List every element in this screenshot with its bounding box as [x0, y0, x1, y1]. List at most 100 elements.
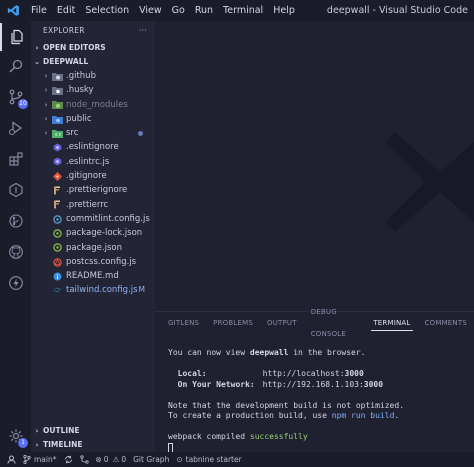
tree-label: .github	[66, 71, 96, 81]
tree-label: src	[66, 128, 79, 139]
postcss-icon	[51, 257, 63, 267]
tree-label: tailwind.config.js	[66, 285, 138, 296]
chevron-right-icon: ›	[44, 72, 48, 80]
tab-problems[interactable]: PROBLEMS	[206, 312, 260, 334]
gitlens-icon[interactable]	[0, 207, 31, 235]
activity-bar: 10 1	[0, 21, 31, 452]
tree-label: commitlint.config.js	[66, 213, 150, 224]
file-gitignore[interactable]: .gitignore	[31, 169, 155, 183]
terminal-line: Local: http://localhost:3000	[177, 369, 364, 378]
file-readme[interactable]: README.md	[31, 269, 155, 283]
tabnine-label: tabnine starter	[185, 455, 242, 464]
file-prettierignore[interactable]: .prettierignore	[31, 183, 155, 197]
problems-status[interactable]: ⊗ 0 ⚠ 0	[96, 455, 127, 464]
explorer-title: EXPLORER	[43, 26, 85, 35]
accounts-icon[interactable]	[7, 455, 16, 464]
editor-area[interactable]	[155, 21, 474, 311]
tree-label: .eslintrc.js	[66, 156, 110, 167]
window-title: deepwall - Visual Studio Code	[326, 5, 468, 16]
src-folder-icon	[51, 128, 63, 138]
tree-label: .prettierrc	[66, 199, 109, 210]
file-prettierrc[interactable]: .prettierrc	[31, 198, 155, 212]
prettier-icon	[51, 186, 63, 196]
eslint-icon	[51, 157, 63, 167]
lightning-icon[interactable]	[0, 269, 31, 297]
terminal-line: To create a production build, use npm ru…	[168, 411, 400, 420]
info-icon	[51, 271, 63, 281]
title-bar: File Edit Selection View Go Run Terminal…	[0, 0, 474, 21]
run-debug-icon[interactable]	[0, 114, 31, 142]
extensions-icon[interactable]	[0, 145, 31, 173]
file-eslintignore[interactable]: .eslintignore	[31, 140, 155, 154]
scm-badge: 10	[18, 99, 28, 109]
explorer-icon[interactable]	[0, 23, 31, 51]
tab-output[interactable]: OUTPUT	[260, 312, 304, 334]
project-section[interactable]: ⌄ DEEPWALL	[31, 55, 155, 69]
sync-icon[interactable]	[64, 455, 73, 464]
prettier-icon	[51, 200, 63, 210]
chevron-right-icon: ›	[35, 427, 39, 435]
menu-view[interactable]: View	[134, 0, 167, 21]
tree-label: public	[66, 113, 92, 124]
tree-label: package-lock.json	[66, 228, 143, 239]
error-icon: ⊗	[95, 455, 102, 464]
file-package-lock[interactable]: package-lock.json	[31, 226, 155, 240]
menu-go[interactable]: Go	[167, 0, 190, 21]
folder-husky[interactable]: › .husky	[31, 83, 155, 97]
file-package-json[interactable]: package.json	[31, 241, 155, 255]
file-tailwind-config[interactable]: tailwind.config.js M	[31, 283, 155, 297]
tab-comments[interactable]: COMMENTS	[418, 312, 474, 334]
tree-label: .husky	[66, 85, 94, 96]
terminal-line: On Your Network: http://192.168.1.103:300…	[177, 379, 384, 389]
menu-help[interactable]: Help	[268, 0, 300, 21]
tree-label: package.json	[66, 242, 122, 253]
explorer-header: EXPLORER ···	[31, 21, 155, 41]
menu-file[interactable]: File	[26, 0, 52, 21]
terminal-line: Note that the development build is not o…	[168, 400, 405, 410]
bottom-panel: GITLENS PROBLEMS OUTPUT DEBUG CONSOLE TE…	[155, 308, 474, 453]
open-editors-section[interactable]: › OPEN EDITORS	[31, 41, 155, 55]
file-commitlint[interactable]: commitlint.config.js	[31, 212, 155, 226]
more-actions-icon[interactable]: ···	[139, 21, 147, 41]
terminal-line: You can now view deepwall in the browser…	[168, 348, 366, 357]
remote-explorer-icon[interactable]	[0, 176, 31, 204]
tab-gitlens[interactable]: GITLENS	[161, 312, 206, 334]
project-label: DEEPWALL	[43, 57, 89, 66]
tab-debug-console[interactable]: DEBUG CONSOLE	[304, 301, 367, 345]
app-name: deepwall	[249, 348, 289, 357]
chevron-right-icon: ›	[44, 100, 48, 109]
folder-src[interactable]: › src	[31, 126, 155, 140]
vscode-logo-icon	[0, 0, 26, 21]
modified-dot	[138, 131, 143, 137]
search-icon[interactable]	[0, 52, 31, 80]
outline-section[interactable]: › OUTLINE	[31, 424, 155, 438]
git-graph-button[interactable]: Git Graph	[133, 455, 169, 464]
branch-status[interactable]: main*	[23, 455, 57, 464]
tab-terminal[interactable]: TERMINAL	[366, 312, 417, 334]
github-icon[interactable]	[0, 238, 31, 266]
tree-label: README.md	[66, 271, 119, 282]
menu-terminal[interactable]: Terminal	[218, 0, 268, 21]
file-postcss[interactable]: postcss.config.js	[31, 255, 155, 269]
file-eslintrc[interactable]: .eslintrc.js	[31, 155, 155, 169]
folder-node-modules[interactable]: › node_modules	[31, 98, 155, 112]
warning-count: 0	[121, 455, 127, 464]
tabnine-icon: ⊙	[176, 455, 183, 464]
menu-run[interactable]: Run	[190, 0, 218, 21]
github-folder-icon	[51, 71, 63, 81]
chevron-right-icon: ›	[35, 441, 39, 449]
menu-edit[interactable]: Edit	[52, 0, 80, 21]
husky-folder-icon	[51, 85, 63, 95]
outline-label: OUTLINE	[43, 426, 80, 435]
terminal-output[interactable]: You can now view deepwall in the browser…	[155, 334, 474, 453]
git-graph-icon[interactable]	[79, 455, 89, 464]
tabnine-status[interactable]: ⊙ tabnine starter	[176, 455, 241, 464]
settings-gear-icon[interactable]: 1	[0, 422, 31, 450]
menu-selection[interactable]: Selection	[80, 0, 134, 21]
eslint-icon	[51, 143, 63, 153]
folder-public[interactable]: › public	[31, 112, 155, 126]
source-control-icon[interactable]: 10	[0, 83, 31, 111]
timeline-section[interactable]: › TIMELINE	[31, 438, 155, 452]
folder-github[interactable]: › .github	[31, 69, 155, 83]
terminal-cursor	[168, 442, 173, 453]
